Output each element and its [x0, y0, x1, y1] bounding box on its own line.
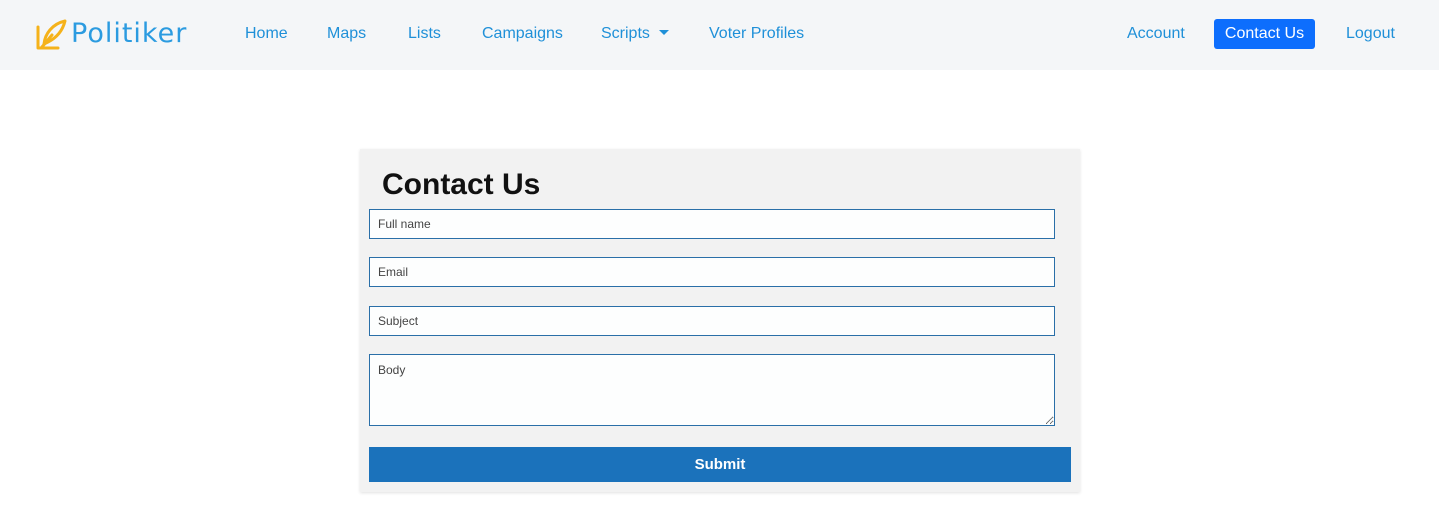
nav-link-account[interactable]: Account	[1127, 24, 1185, 44]
brand-name: Politiker	[71, 18, 188, 49]
full-name-input[interactable]	[369, 209, 1055, 239]
nav-link-lists[interactable]: Lists	[408, 24, 441, 44]
nav-dropdown-scripts[interactable]: Scripts	[601, 24, 669, 44]
nav-link-voter-profiles[interactable]: Voter Profiles	[709, 24, 804, 44]
subject-input[interactable]	[369, 306, 1055, 336]
nav-link-campaigns[interactable]: Campaigns	[482, 24, 563, 44]
email-input[interactable]	[369, 257, 1055, 287]
brand-logo[interactable]: Politiker	[34, 16, 187, 52]
caret-down-icon	[658, 30, 669, 35]
page-title: Contact Us	[382, 168, 541, 201]
body-textarea[interactable]	[369, 354, 1055, 426]
contact-form-card: Contact Us Submit	[360, 149, 1080, 492]
nav-scripts-label: Scripts	[601, 25, 650, 42]
nav-link-maps[interactable]: Maps	[327, 24, 366, 44]
nav-link-logout[interactable]: Logout	[1346, 24, 1395, 44]
submit-button[interactable]: Submit	[369, 447, 1071, 482]
nav-link-home[interactable]: Home	[245, 24, 288, 44]
top-navbar: Politiker Home Maps Lists Campaigns Scri…	[0, 0, 1439, 70]
nav-link-contact-us[interactable]: Contact Us	[1214, 19, 1315, 49]
pen-feather-logo-icon	[34, 17, 68, 51]
